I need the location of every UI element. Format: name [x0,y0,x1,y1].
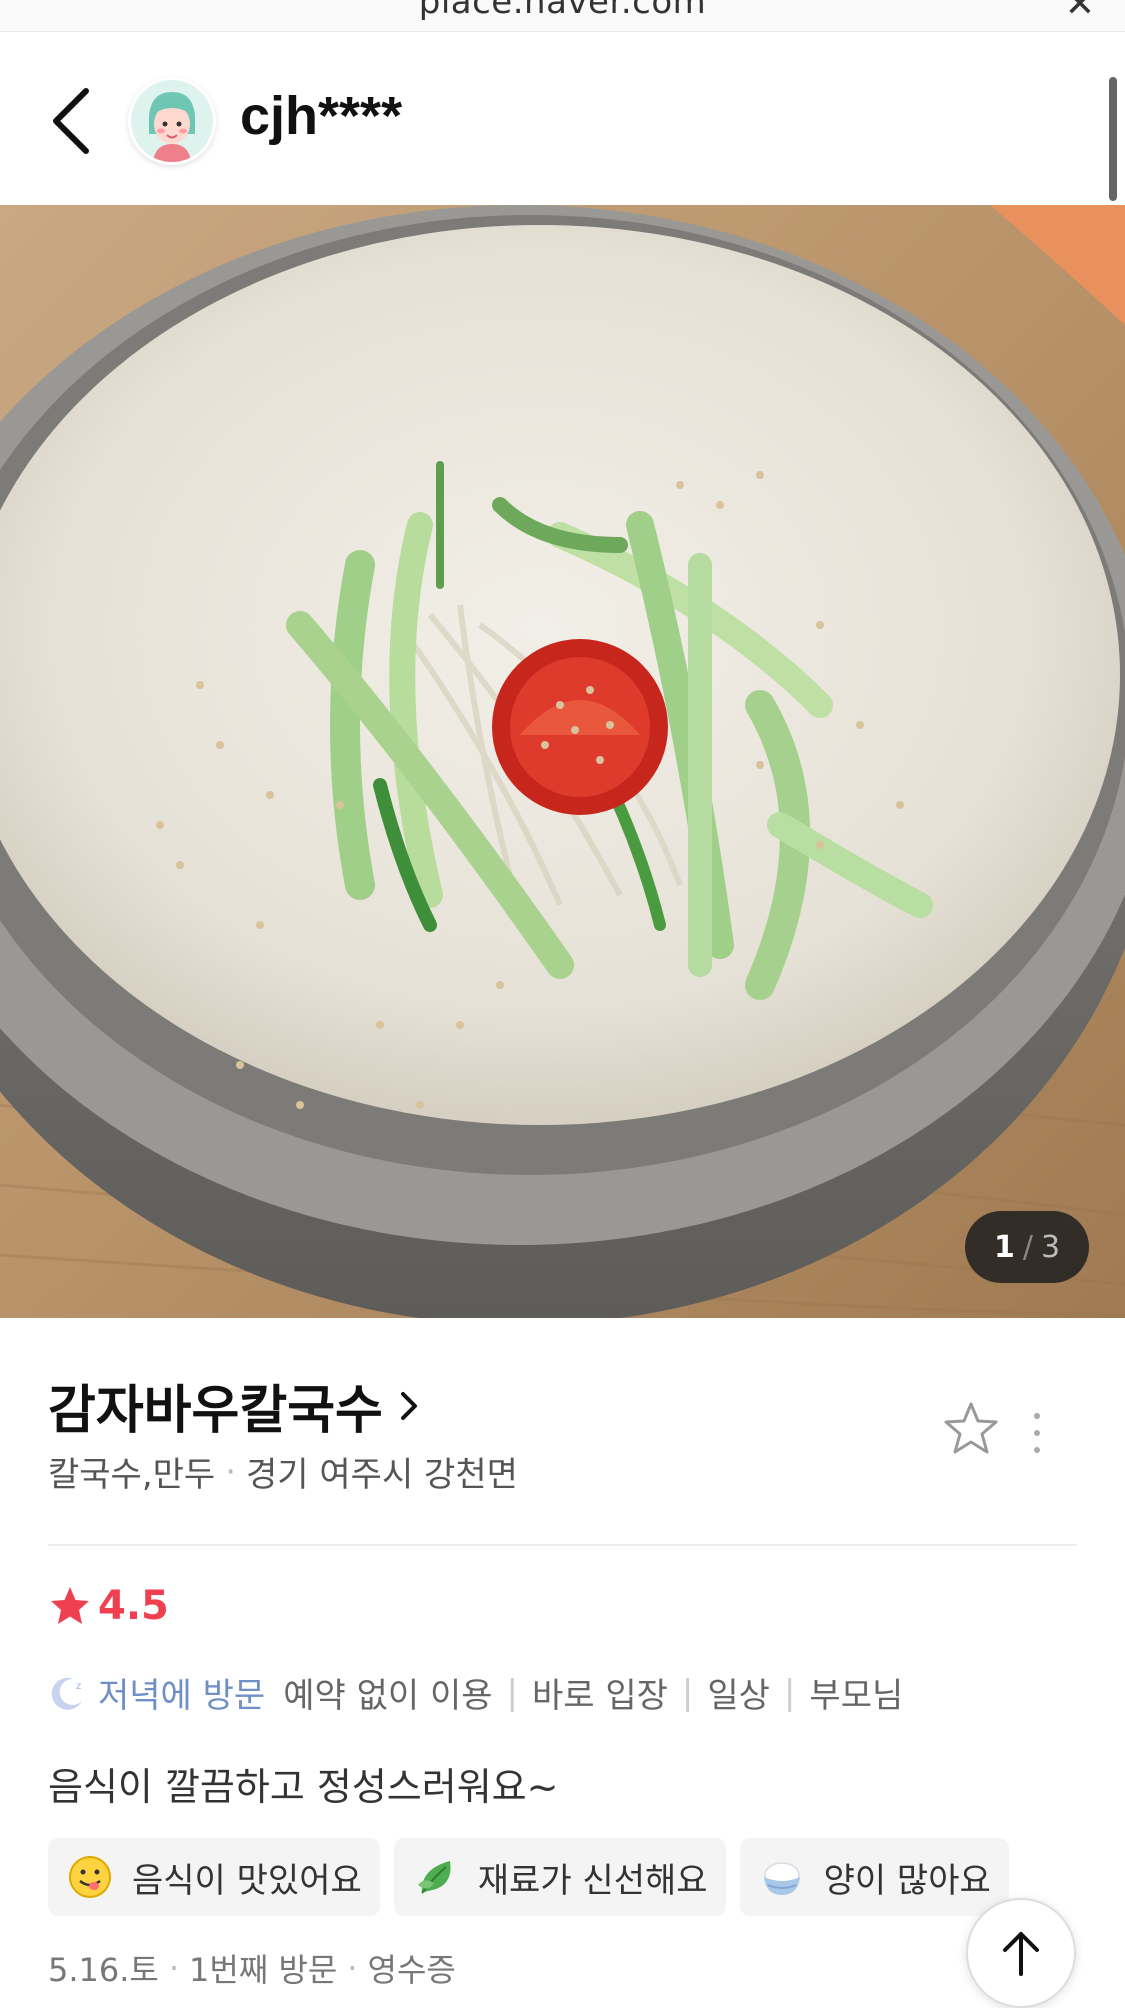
avatar[interactable] [128,77,216,165]
tag-separator: | [783,1672,796,1713]
photo-index: 1 [993,1229,1015,1265]
scrollbar[interactable] [1109,77,1117,201]
review-meta: 5.16.토 · 1번째 방문 · 영수증 [48,1945,456,1991]
username[interactable]: cjh**** [240,85,402,147]
separator-dot: · [347,1949,358,1987]
tag-separator: | [681,1672,694,1713]
chevron-right-icon [400,1391,417,1420]
review-header: cjh**** [0,33,1125,205]
rating: 4.5 [48,1583,169,1629]
more-button[interactable] [1024,1408,1050,1458]
svg-text:z: z [76,1681,81,1692]
divider [48,1544,1077,1546]
keyword-chip: 음식이 맛있어요 [48,1838,380,1916]
separator-dot: · [168,1949,180,1987]
keyword-chips: 음식이 맛있어요 재료가 신선해요 양이 많아요 [48,1838,1009,1916]
keyword-label: 음식이 맛있어요 [132,1860,362,1901]
review-text[interactable]: 음식이 깔끔하고 정성스러워요~ [48,1756,558,1811]
visit-tag: 바로 입장 [531,1676,668,1716]
visit-count: 1번째 방문 [189,1951,338,1989]
smiley-icon [69,1856,111,1898]
place-subtitle: 칼국수,만두 · 경기 여주시 강천면 [48,1447,518,1496]
arrow-up-icon [1003,1932,1039,1976]
place-link[interactable]: 감자바우칼국수 [48,1368,423,1443]
photo-counter: 1 / 3 [965,1211,1089,1283]
keyword-label: 양이 많아요 [823,1860,991,1901]
review-date: 5.16.토 [48,1951,159,1989]
more-vertical-icon [1034,1413,1040,1453]
visit-time: 저녁에 방문 [98,1676,266,1716]
url-text: place.naver.com [418,0,707,22]
visit-tag: 예약 없이 이용 [283,1676,493,1716]
scroll-top-button[interactable] [966,1898,1076,2008]
rating-value: 4.5 [98,1583,169,1629]
browser-url-bar: place.naver.com ✕ [0,0,1125,32]
star-outline-icon [944,1402,998,1454]
separator-dot: · [225,1451,237,1492]
star-filled-icon [51,1587,89,1624]
proof-type: 영수증 [367,1951,456,1989]
keyword-chip: 재료가 신선해요 [393,1838,726,1916]
keyword-chip: 양이 많아요 [739,1838,1009,1916]
photo-total: 3 [1040,1229,1061,1265]
visit-tag: 부모님 [809,1676,904,1716]
close-icon[interactable]: ✕ [1065,0,1095,25]
keyword-label: 재료가 신선해요 [477,1860,708,1901]
chevron-left-icon [53,88,89,154]
photo-separator: / [1022,1229,1033,1265]
place-location: 경기 여주시 강천면 [246,1455,518,1495]
place-category: 칼국수,만두 [48,1455,216,1495]
visit-tags: z 저녁에 방문 예약 없이 이용 | 바로 입장 | 일상 | 부모님 [48,1668,903,1717]
bookmark-button[interactable] [942,1400,1000,1458]
review-photo[interactable]: 1 / 3 [0,205,1125,1318]
rice-bowl-icon [763,1862,800,1895]
leaf-icon [417,1861,451,1894]
visit-tag: 일상 [707,1676,770,1716]
moon-icon: z [51,1677,82,1710]
back-button[interactable] [42,81,102,161]
tag-separator: | [506,1672,518,1713]
place-name: 감자바우칼국수 [48,1381,383,1441]
